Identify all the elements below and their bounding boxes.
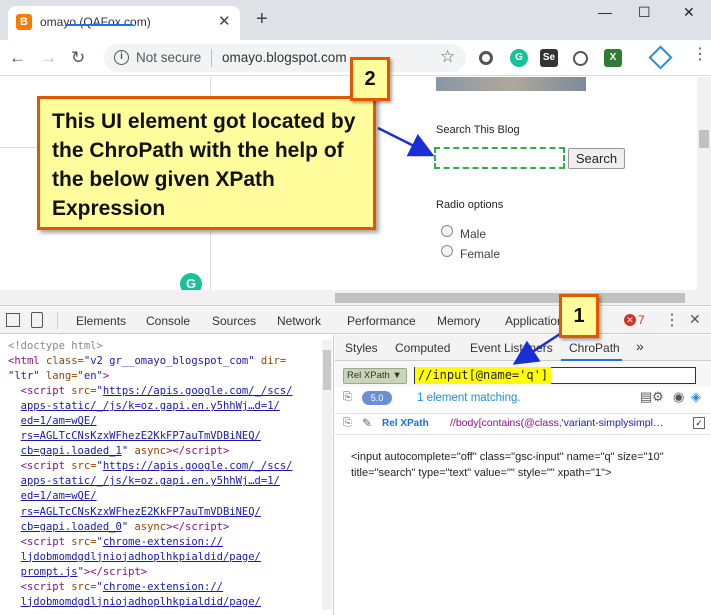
annotation-badge-1: 1: [559, 294, 599, 338]
arrow-to-search-input: [377, 126, 435, 157]
annotation-badge-2: 2: [350, 57, 390, 101]
annotation-callout: This UI element got located by the ChroP…: [37, 96, 376, 230]
